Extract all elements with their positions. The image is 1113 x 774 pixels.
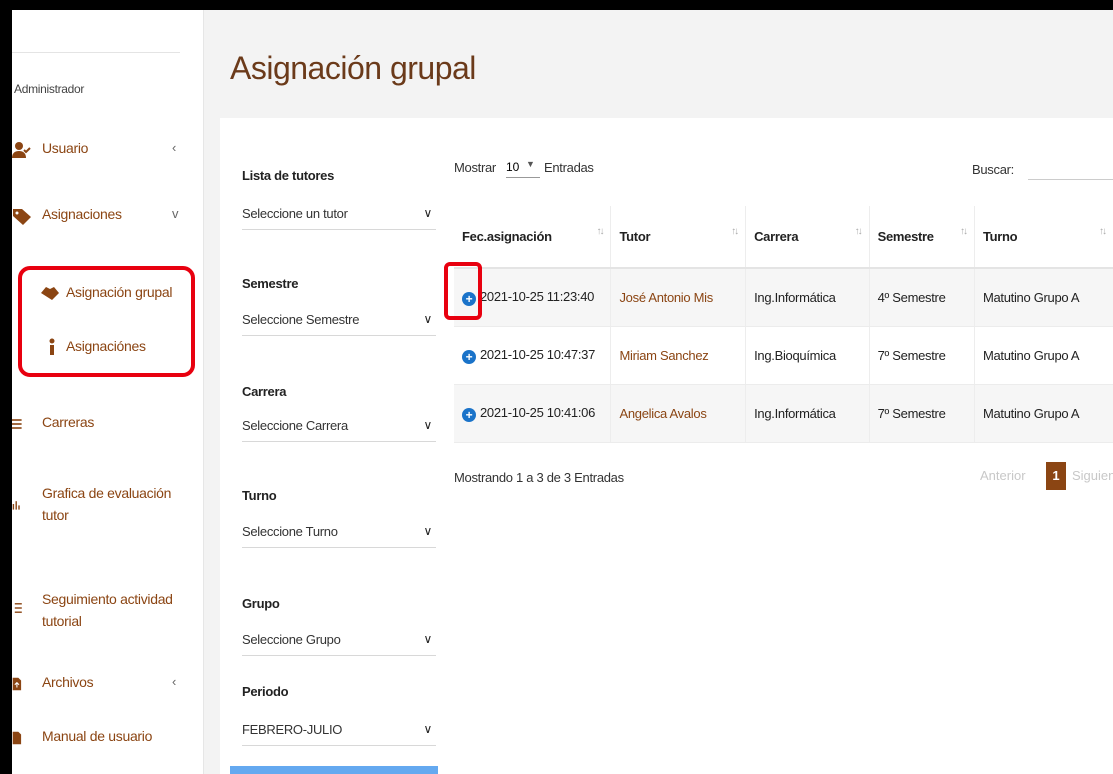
user-check-icon	[12, 142, 31, 158]
sidebar-divider	[12, 52, 180, 53]
sidebar-item-asignaciones[interactable]: Asignaciones v	[12, 206, 204, 230]
app-frame: Administrador Usuario ‹ Asignaciones v A…	[12, 10, 1113, 774]
filter-label-turno: Turno	[242, 488, 277, 503]
filter-label-tutores: Lista de tutores	[242, 168, 334, 183]
sort-icon: ↑↓	[731, 226, 739, 237]
chevron-left-icon: ‹	[172, 140, 177, 155]
user-role: Administrador	[14, 82, 85, 96]
chevron-down-icon: ∨	[423, 722, 433, 736]
sort-icon: ↑↓	[959, 226, 968, 237]
sidebar-item-label: Carreras	[42, 414, 95, 430]
sidebar-item-label: Seguimiento actividad tutorial	[42, 591, 173, 629]
grupo-select[interactable]: Seleccione Grupo ∨	[242, 630, 436, 656]
sort-icon: ↑↓	[1099, 226, 1107, 237]
sort-icon: ↑↓	[596, 226, 604, 237]
table-cell: +2021-10-25 10:41:06	[454, 384, 611, 443]
sort-icon: ↑↓	[854, 226, 863, 237]
expand-row-icon[interactable]: +	[462, 349, 476, 364]
table-cell: Matutino Grupo A	[973, 326, 1113, 385]
column-header-semestre[interactable]: Semestre ↑↓	[868, 206, 975, 269]
periodo-select[interactable]: FEBRERO-JULIO ∨	[242, 720, 436, 746]
sidebar-item-label: Usuario	[42, 140, 89, 156]
show-entries-prefix: Mostrar	[454, 160, 496, 175]
chevron-down-icon: ∨	[423, 632, 433, 646]
column-header-carrera[interactable]: Carrera ↑↓	[745, 206, 870, 269]
turno-select[interactable]: Seleccione Turno ∨	[242, 522, 436, 548]
sidebar-item-label: Archivos	[42, 674, 94, 690]
table-header-row: Fec.asignación ↑↓ Tutor ↑↓ Carrera ↑↓ Semes…	[454, 206, 1113, 269]
caret-down-icon: ▼	[526, 159, 535, 169]
table-row: +2021-10-25 10:47:37 Miriam Sanchez Ing.…	[454, 326, 1113, 385]
filter-label-grupo: Grupo	[242, 596, 280, 611]
bar-chart-icon	[12, 501, 20, 510]
sidebar-item-carreras[interactable]: Carreras	[12, 414, 204, 436]
search-label: Buscar:	[972, 162, 1014, 177]
chevron-down-icon: ∨	[423, 312, 433, 326]
sidebar: Administrador Usuario ‹ Asignaciones v A…	[12, 10, 204, 774]
table-cell: Ing.Informática	[745, 268, 870, 327]
table-cell: Ing.Informática	[745, 384, 870, 443]
page-title: Asignación grupal	[230, 50, 476, 86]
column-header-fecha[interactable]: Fec.asignación ↑↓	[454, 206, 611, 269]
tutor-link[interactable]: José Antonio Mis	[619, 290, 713, 305]
highlight-box	[18, 266, 195, 377]
sidebar-item-seguimiento[interactable]: Seguimiento actividad tutorial	[12, 588, 204, 632]
table-cell: +2021-10-25 10:47:37	[454, 326, 611, 385]
file-icon	[12, 731, 22, 745]
pagination: Anterior 1 Siguiente	[980, 462, 1113, 490]
sidebar-item-label: Grafica de evaluación tutor	[42, 485, 172, 523]
sidebar-item-label: Asignaciones	[42, 206, 122, 222]
pagination-prev[interactable]: Anterior	[980, 468, 1026, 483]
assignments-table: Fec.asignación ↑↓ Tutor ↑↓ Carrera ↑↓ Semes…	[454, 206, 1113, 443]
chevron-down-icon: ∨	[423, 524, 433, 538]
chevron-left-icon: ‹	[172, 674, 177, 689]
tutor-link[interactable]: Miriam Sanchez	[619, 348, 708, 363]
search-input[interactable]	[1028, 154, 1113, 180]
content-panel: Lista de tutores Seleccione un tutor ∨ S…	[220, 118, 1113, 774]
highlight-box	[444, 262, 482, 320]
filter-label-periodo: Periodo	[242, 684, 289, 699]
pagination-next[interactable]: Siguiente	[1072, 468, 1113, 483]
pagination-page-1[interactable]: 1	[1046, 462, 1066, 490]
tutor-select[interactable]: Seleccione un tutor ∨	[242, 204, 436, 230]
sidebar-item-archivos[interactable]: Archivos ‹	[12, 674, 204, 696]
sidebar-item-manual[interactable]: Manual de usuario	[12, 728, 204, 750]
chevron-down-icon: ∨	[423, 418, 433, 432]
semestre-select[interactable]: Seleccione Semestre ∨	[242, 310, 436, 336]
tutor-link[interactable]: Angelica Avalos	[619, 406, 706, 421]
table-cell: Matutino Grupo A	[973, 268, 1113, 327]
table-cell: Miriam Sanchez	[610, 326, 746, 385]
filter-label-semestre: Semestre	[242, 276, 299, 291]
submit-button[interactable]	[230, 766, 438, 774]
tag-icon	[13, 209, 31, 225]
expand-row-icon[interactable]: +	[462, 407, 476, 422]
carrera-select[interactable]: Seleccione Carrera ∨	[242, 416, 436, 442]
table-row: +2021-10-25 11:23:40 José Antonio Mis In…	[454, 268, 1113, 327]
sidebar-item-grafica[interactable]: Grafica de evaluación tutor	[12, 482, 204, 526]
table-cell: Angelica Avalos	[610, 384, 746, 443]
table-cell: José Antonio Mis	[610, 268, 746, 327]
checklist-icon	[14, 603, 22, 613]
entries-length-select[interactable]: 10 ▼	[506, 159, 540, 178]
sidebar-item-label: Manual de usuario	[42, 728, 153, 744]
list-icon	[12, 419, 22, 429]
column-header-tutor[interactable]: Tutor ↑↓	[610, 206, 746, 269]
file-upload-icon	[12, 677, 22, 691]
table-row: +2021-10-25 10:41:06 Angelica Avalos Ing…	[454, 384, 1113, 443]
chevron-down-icon: ∨	[423, 206, 433, 220]
show-entries-suffix: Entradas	[544, 160, 594, 175]
table-cell: Matutino Grupo A	[973, 384, 1113, 443]
column-header-turno[interactable]: Turno ↑↓	[973, 206, 1113, 269]
chevron-down-icon: v	[172, 206, 179, 221]
table-info: Mostrando 1 a 3 de 3 Entradas	[454, 470, 624, 485]
table-cell: 4º Semestre	[868, 268, 975, 327]
table-cell: 7º Semestre	[868, 384, 975, 443]
table-cell: 7º Semestre	[868, 326, 975, 385]
filter-label-carrera: Carrera	[242, 384, 287, 399]
table-cell: Ing.Bioquímica	[745, 326, 870, 385]
sidebar-item-usuario[interactable]: Usuario ‹	[12, 140, 204, 164]
